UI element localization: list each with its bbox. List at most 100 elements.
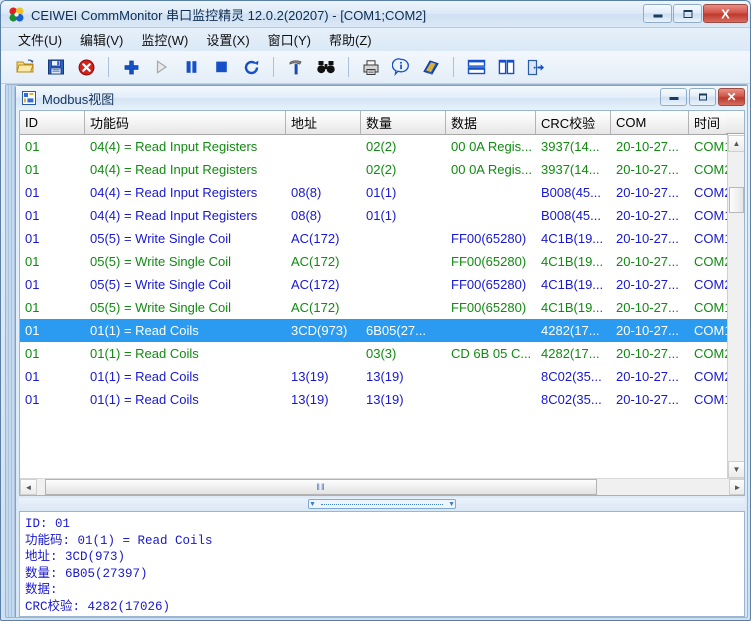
- add-button[interactable]: [116, 53, 146, 81]
- menu-item-window[interactable]: 窗口(Y): [259, 28, 320, 51]
- table-row[interactable]: 01 05(5) = Write Single Coil AC(172) FF00(6…: [20, 227, 728, 250]
- table-cell-id: 01: [25, 231, 40, 246]
- packet-detail-pane[interactable]: ID: 01 功能码: 01(1) = Read Coils 地址: 3CD(973…: [19, 511, 745, 617]
- table-cell-qty: 13(19): [366, 392, 404, 407]
- grid-column-header-crc[interactable]: CRC校验: [536, 111, 611, 134]
- scroll-down-arrow-icon[interactable]: ▼: [728, 461, 744, 478]
- modbus-view-window: Modbus视图 ✕ ID 功能码 地址 数量 数据 CRC校验 COM 时间: [15, 85, 747, 617]
- table-cell-crc: 8C02(35...: [541, 369, 602, 384]
- grid-horizontal-scrollbar[interactable]: ◄ ‖‖ ►: [20, 478, 744, 495]
- table-cell-com: 20-10-27...: [616, 208, 679, 223]
- open-folder-button[interactable]: [11, 53, 41, 81]
- table-row[interactable]: 01 01(1) = Read Coils 3CD(973) 6B05(27... 42…: [20, 319, 728, 342]
- scroll-up-arrow-icon[interactable]: ▲: [728, 135, 744, 152]
- vertical-scroll-thumb[interactable]: [729, 187, 744, 213]
- grid-column-header-addr[interactable]: 地址: [286, 111, 361, 134]
- child-maximize-button[interactable]: [689, 88, 716, 106]
- print-button[interactable]: [356, 53, 386, 81]
- modbus-view-icon: [22, 91, 36, 105]
- splitter-grip[interactable]: ▼ ▼: [308, 499, 456, 509]
- grid-column-header-time[interactable]: 时间: [689, 111, 728, 134]
- table-row[interactable]: 01 05(5) = Write Single Coil AC(172) FF00(6…: [20, 273, 728, 296]
- table-cell-com: 20-10-27...: [616, 300, 679, 315]
- window-close-button[interactable]: X: [703, 4, 748, 23]
- pane-splitter[interactable]: ▼ ▼: [19, 498, 745, 510]
- table-cell-com: 20-10-27...: [616, 231, 679, 246]
- help-book-button[interactable]: [416, 53, 446, 81]
- refresh-button[interactable]: [236, 53, 266, 81]
- stop-button[interactable]: [206, 53, 236, 81]
- table-cell-func: 04(4) = Read Input Registers: [90, 162, 258, 177]
- table-row[interactable]: 01 04(4) = Read Input Registers 02(2) 00 0A…: [20, 158, 728, 181]
- toolbar: [1, 51, 750, 84]
- table-cell-addr: AC(172): [291, 254, 340, 269]
- menu-item-settings[interactable]: 设置(X): [197, 28, 258, 51]
- print-icon: [363, 59, 379, 75]
- table-cell-func: 01(1) = Read Coils: [90, 323, 199, 338]
- table-cell-crc: 4C1B(19...: [541, 300, 604, 315]
- grid-column-header-data[interactable]: 数据: [446, 111, 536, 134]
- grid-column-header-id[interactable]: ID: [20, 111, 85, 134]
- pause-icon: [186, 61, 196, 73]
- exit-button[interactable]: [521, 53, 551, 81]
- scroll-right-arrow-icon[interactable]: ►: [729, 479, 744, 495]
- splitter-dots: [320, 503, 444, 505]
- tile-vertical-button[interactable]: [491, 53, 521, 81]
- table-cell-qty: 6B05(27...: [366, 323, 426, 338]
- grid-vertical-scrollbar[interactable]: ▲ ▼: [727, 135, 744, 478]
- find-button[interactable]: [311, 53, 341, 81]
- scroll-left-arrow-icon[interactable]: ◄: [20, 479, 37, 495]
- detail-line: COM: 20-10-27 22:7:11: [25, 616, 744, 617]
- grid-column-header-com[interactable]: COM: [611, 111, 689, 134]
- table-row[interactable]: 01 04(4) = Read Input Registers 02(2) 00 0A…: [20, 135, 728, 158]
- tile-vertical-icon: [498, 59, 514, 75]
- child-close-button[interactable]: ✕: [718, 88, 745, 106]
- menu-item-monitor[interactable]: 监控(W): [132, 28, 197, 51]
- detail-line: 地址: 3CD(973): [25, 550, 126, 565]
- table-row[interactable]: 01 01(1) = Read Coils 13(19) 13(19) 8C02(35.…: [20, 365, 728, 388]
- table-cell-time: COM1: [694, 323, 728, 338]
- child-caption-buttons: ✕: [660, 88, 745, 106]
- open-folder-icon: [16, 59, 34, 73]
- tools-button[interactable]: [281, 53, 311, 81]
- table-row[interactable]: 01 05(5) = Write Single Coil AC(172) FF00(6…: [20, 250, 728, 273]
- menu-item-file[interactable]: 文件(U): [9, 28, 71, 51]
- stop-delete-button[interactable]: [71, 53, 101, 81]
- table-row[interactable]: 01 04(4) = Read Input Registers 08(8) 01(1)…: [20, 181, 728, 204]
- table-cell-func: 05(5) = Write Single Coil: [90, 277, 232, 292]
- menu-item-help[interactable]: 帮助(Z): [320, 28, 381, 51]
- start-button[interactable]: [146, 53, 176, 81]
- table-cell-data: FF00(65280): [451, 231, 527, 246]
- child-title-bar: Modbus视图 ✕: [16, 86, 747, 110]
- table-cell-time: COM2: [694, 162, 728, 177]
- table-row[interactable]: 01 04(4) = Read Input Registers 08(8) 01(1)…: [20, 204, 728, 227]
- table-row[interactable]: 01 01(1) = Read Coils 13(19) 13(19) 8C02(35.…: [20, 388, 728, 411]
- table-row[interactable]: 01 05(5) = Write Single Coil AC(172) FF00(6…: [20, 296, 728, 319]
- table-cell-id: 01: [25, 185, 40, 200]
- horizontal-scroll-track[interactable]: ‖‖: [37, 479, 729, 495]
- child-close-icon: ✕: [726, 90, 737, 104]
- horizontal-scroll-thumb[interactable]: ‖‖: [45, 479, 597, 495]
- application-window: CEIWEI CommMonitor 串口监控精灵 12.0.2(20207) …: [0, 0, 751, 621]
- table-cell-data: 00 0A Regis...: [451, 162, 532, 177]
- grid-column-header-func[interactable]: 功能码: [85, 111, 286, 134]
- grid-column-header-label: 数据: [451, 116, 478, 131]
- pause-button[interactable]: [176, 53, 206, 81]
- info-button[interactable]: [386, 53, 416, 81]
- save-button[interactable]: [41, 53, 71, 81]
- window-minimize-button[interactable]: [643, 4, 672, 23]
- modbus-packet-grid: ID 功能码 地址 数量 数据 CRC校验 COM 时间 01 04(4) = Read Inp…: [19, 110, 745, 496]
- tile-horizontal-button[interactable]: [461, 53, 491, 81]
- splitter-right-marker-icon: ▼: [448, 500, 455, 508]
- table-cell-id: 01: [25, 346, 40, 361]
- grid-column-header-qty[interactable]: 数量: [361, 111, 446, 134]
- child-minimize-button[interactable]: [660, 88, 687, 106]
- pinwheel-icon: [9, 7, 24, 22]
- menu-item-edit[interactable]: 编辑(V): [71, 28, 132, 51]
- table-cell-data: FF00(65280): [451, 254, 527, 269]
- window-maximize-button[interactable]: [673, 4, 702, 23]
- grid-body[interactable]: 01 04(4) = Read Input Registers 02(2) 00 0A…: [20, 135, 728, 478]
- grid-column-header-label: COM: [616, 115, 647, 130]
- table-row[interactable]: 01 01(1) = Read Coils 03(3) CD 6B 05 C... 42…: [20, 342, 728, 365]
- detail-line: 数据:: [25, 583, 58, 598]
